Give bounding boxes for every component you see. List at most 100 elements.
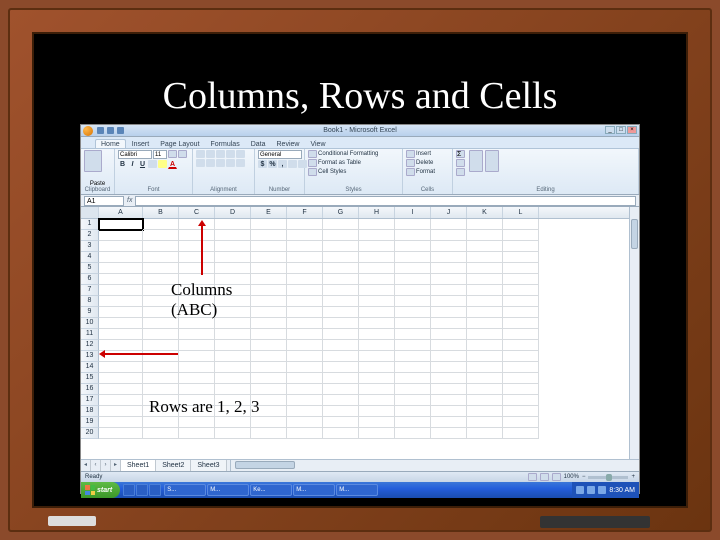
- cell[interactable]: [215, 417, 251, 428]
- cell[interactable]: [431, 340, 467, 351]
- cell[interactable]: [359, 230, 395, 241]
- row-header[interactable]: 10: [81, 318, 99, 329]
- align-middle-icon[interactable]: [206, 150, 215, 158]
- cell[interactable]: [431, 219, 467, 230]
- cell[interactable]: [395, 252, 431, 263]
- cell[interactable]: [431, 274, 467, 285]
- tab-nav-prev[interactable]: ‹: [91, 460, 101, 471]
- cell[interactable]: [359, 362, 395, 373]
- sheet-tab[interactable]: Sheet1: [121, 460, 156, 471]
- cell[interactable]: [323, 417, 359, 428]
- save-icon[interactable]: [97, 127, 104, 134]
- ql-desktop-icon[interactable]: [136, 484, 148, 496]
- cell[interactable]: [359, 241, 395, 252]
- cell[interactable]: [395, 395, 431, 406]
- cell[interactable]: [287, 373, 323, 384]
- cell[interactable]: [467, 329, 503, 340]
- select-all-corner[interactable]: [81, 207, 99, 218]
- cell[interactable]: [215, 428, 251, 439]
- cell[interactable]: [431, 373, 467, 384]
- cell[interactable]: [179, 219, 215, 230]
- cell[interactable]: [323, 351, 359, 362]
- cell[interactable]: [323, 362, 359, 373]
- cell[interactable]: [251, 318, 287, 329]
- cell[interactable]: [503, 219, 539, 230]
- cell[interactable]: [503, 362, 539, 373]
- cell[interactable]: [323, 395, 359, 406]
- cell[interactable]: [503, 329, 539, 340]
- cell[interactable]: [143, 318, 179, 329]
- taskbar-task[interactable]: M...: [293, 484, 335, 496]
- cell[interactable]: [287, 285, 323, 296]
- cell[interactable]: [395, 219, 431, 230]
- fill-color-icon[interactable]: [158, 160, 167, 168]
- cell[interactable]: [143, 263, 179, 274]
- cell[interactable]: [503, 263, 539, 274]
- cell[interactable]: [467, 417, 503, 428]
- cell[interactable]: [99, 230, 143, 241]
- cell[interactable]: [251, 373, 287, 384]
- cell[interactable]: [179, 263, 215, 274]
- cell[interactable]: [323, 241, 359, 252]
- align-right-icon[interactable]: [216, 159, 225, 167]
- row-header[interactable]: 14: [81, 362, 99, 373]
- cell[interactable]: [287, 340, 323, 351]
- maximize-button[interactable]: □: [616, 126, 626, 134]
- cell[interactable]: [323, 384, 359, 395]
- currency-icon[interactable]: $: [258, 160, 267, 168]
- cell[interactable]: [503, 274, 539, 285]
- underline-button[interactable]: U: [138, 160, 147, 169]
- cell[interactable]: [179, 318, 215, 329]
- row-header[interactable]: 18: [81, 406, 99, 417]
- tab-home[interactable]: Home: [95, 139, 126, 148]
- cell[interactable]: [395, 329, 431, 340]
- cell[interactable]: [179, 340, 215, 351]
- close-button[interactable]: ×: [627, 126, 637, 134]
- cell[interactable]: [395, 230, 431, 241]
- cell[interactable]: [467, 307, 503, 318]
- cell[interactable]: [467, 219, 503, 230]
- ql-ie-icon[interactable]: [123, 484, 135, 496]
- conditional-formatting-button[interactable]: Conditional Formatting: [308, 150, 378, 158]
- cell[interactable]: [143, 384, 179, 395]
- cell[interactable]: [215, 351, 251, 362]
- fill-icon[interactable]: [456, 159, 465, 167]
- cell[interactable]: [359, 219, 395, 230]
- row-header[interactable]: 16: [81, 384, 99, 395]
- formula-input[interactable]: [135, 196, 636, 206]
- cell[interactable]: [503, 417, 539, 428]
- cell[interactable]: [287, 263, 323, 274]
- cell[interactable]: [215, 340, 251, 351]
- cell[interactable]: [395, 362, 431, 373]
- cell[interactable]: [179, 241, 215, 252]
- cell[interactable]: [323, 296, 359, 307]
- find-select-icon[interactable]: [485, 150, 499, 172]
- cell[interactable]: [395, 428, 431, 439]
- taskbar-task[interactable]: M...: [207, 484, 249, 496]
- cell[interactable]: [323, 307, 359, 318]
- cell[interactable]: [251, 241, 287, 252]
- vertical-scrollbar[interactable]: [629, 207, 639, 459]
- cell[interactable]: [395, 263, 431, 274]
- row-header[interactable]: 11: [81, 329, 99, 340]
- tab-page-layout[interactable]: Page Layout: [155, 140, 204, 148]
- cell[interactable]: [143, 362, 179, 373]
- cell[interactable]: [251, 285, 287, 296]
- cell[interactable]: [359, 340, 395, 351]
- cell[interactable]: [287, 318, 323, 329]
- cell[interactable]: [143, 252, 179, 263]
- undo-icon[interactable]: [107, 127, 114, 134]
- autosum-icon[interactable]: Σ: [456, 150, 465, 158]
- cell[interactable]: [431, 329, 467, 340]
- fx-icon[interactable]: fx: [127, 197, 132, 204]
- cell[interactable]: [359, 395, 395, 406]
- cell[interactable]: [467, 406, 503, 417]
- cell[interactable]: [503, 307, 539, 318]
- align-bottom-icon[interactable]: [216, 150, 225, 158]
- tray-icon[interactable]: [587, 486, 595, 494]
- cell[interactable]: [431, 285, 467, 296]
- cell[interactable]: [359, 318, 395, 329]
- align-center-icon[interactable]: [206, 159, 215, 167]
- row-header[interactable]: 17: [81, 395, 99, 406]
- cell[interactable]: [251, 329, 287, 340]
